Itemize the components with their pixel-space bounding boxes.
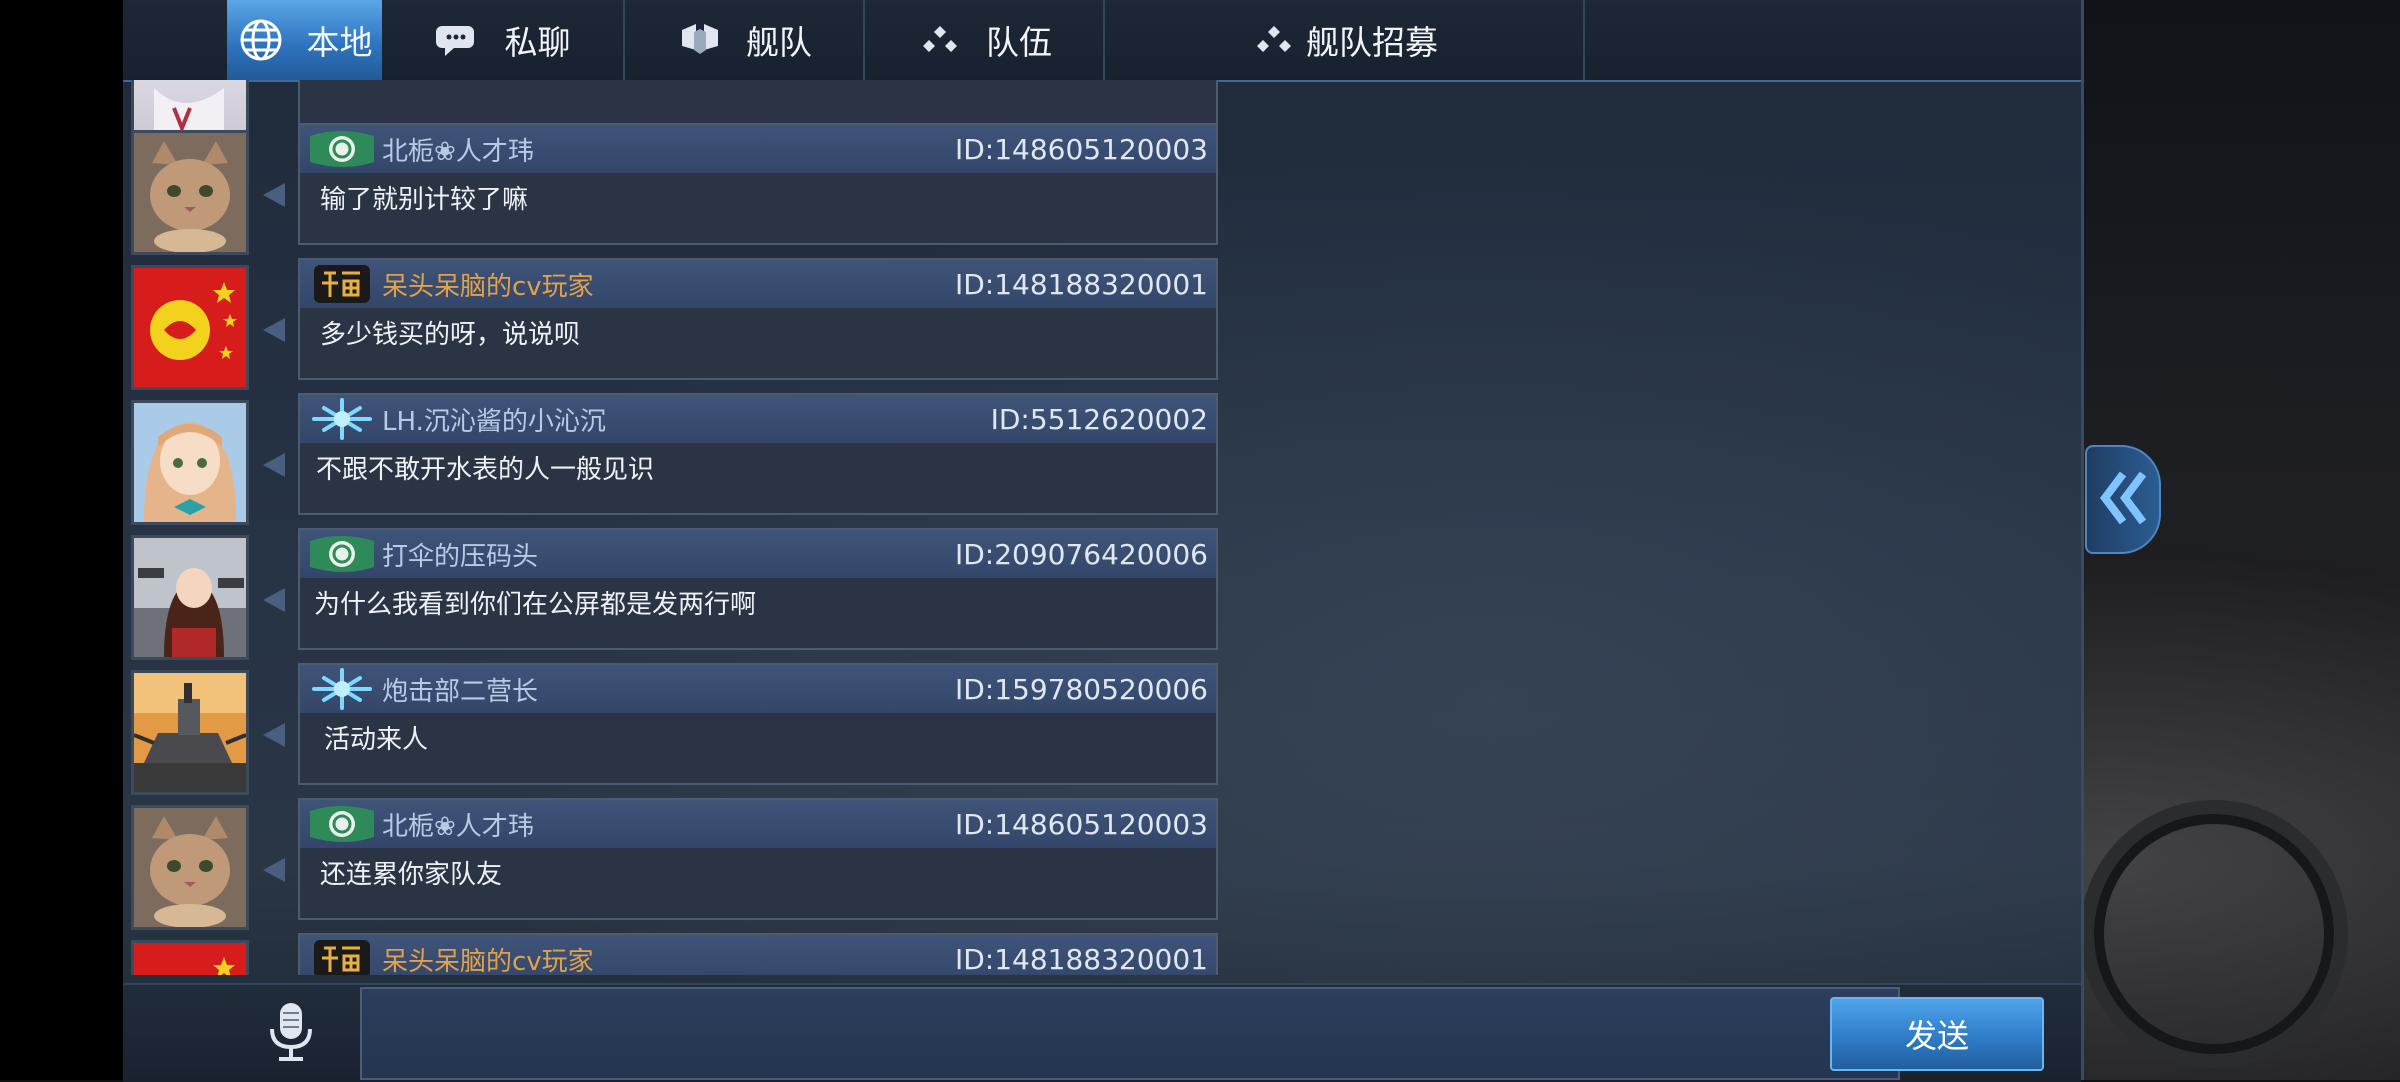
chat-message-input[interactable]	[360, 987, 1900, 1080]
sender-name[interactable]: LH.沉沁酱的小沁沉	[382, 401, 606, 438]
chat-message: 北栀❀人才玮 ID:148605120003 输了就别计较了嘛	[123, 123, 1223, 255]
tab-fleet-recruit[interactable]: 舰队招募	[1105, 0, 1585, 80]
message-text: 输了就别计较了嘛	[320, 185, 529, 215]
green-emblem-badge-icon	[308, 128, 376, 170]
message-header: LH.沉沁酱的小沁沉 ID:5512620002	[300, 395, 1216, 443]
message-header: 呆头呆脑的cv玩家 ID:148188320001	[300, 935, 1216, 975]
sender-id: ID:148605120003	[954, 133, 1208, 166]
avatar[interactable]	[131, 670, 249, 795]
message-bubble: 呆头呆脑的cv玩家 ID:148188320001 多少钱买的呀，说说呗	[298, 258, 1218, 380]
message-bubble: 北栀❀人才玮 ID:148605120003 输了就别计较了嘛	[298, 123, 1218, 245]
double-chevron-left-icon	[2097, 468, 2149, 532]
message-bubble: 北栀❀人才玮 ID:148605120003 还连累你家队友	[298, 798, 1218, 920]
bubble-pointer	[263, 318, 285, 342]
sender-name[interactable]: 打伞的压码头	[382, 536, 538, 573]
message-text: 还连累你家队友	[320, 860, 503, 890]
green-emblem-badge-icon	[308, 803, 376, 845]
tab-label: 舰队招募	[1306, 23, 1438, 62]
fleet-shield-icon	[676, 16, 724, 64]
avatar[interactable]	[131, 535, 249, 660]
chat-message: LH.沉沁酱的小沁沉 ID:5512620002 不跟不敢开水表的人一般见识	[123, 393, 1223, 525]
message-bubble: 呆头呆脑的cv玩家 ID:148188320001	[298, 933, 1218, 975]
speech-bubble-icon	[435, 16, 483, 64]
sender-id: ID:209076420006	[954, 538, 1208, 571]
tab-label: 队伍	[986, 23, 1052, 62]
sender-id: ID:159780520006	[954, 673, 1208, 706]
microphone-icon[interactable]	[261, 999, 321, 1065]
fu-badge-icon	[308, 938, 376, 975]
message-header: 炮击部二营长 ID:159780520006	[300, 665, 1216, 713]
sender-name[interactable]: 呆头呆脑的cv玩家	[382, 941, 594, 975]
message-text: 为什么我看到你们在公屏都是发两行啊	[314, 590, 757, 620]
sender-name[interactable]: 北栀❀人才玮	[382, 806, 534, 843]
sender-id: ID:148605120003	[954, 808, 1208, 841]
chat-tab-bar: 本地 私聊 舰队 队伍 舰队招募	[123, 0, 2081, 82]
message-bubble: 炮击部二营长 ID:159780520006 活动来人	[298, 663, 1218, 785]
tab-label: 私聊	[504, 23, 571, 62]
bubble-pointer	[263, 183, 285, 207]
message-text: 活动来人	[324, 725, 429, 755]
tab-private-chat[interactable]: 私聊	[382, 0, 625, 80]
chat-message: 呆头呆脑的cv玩家 ID:148188320001 多少钱买的呀，说说呗	[123, 258, 1223, 390]
message-header: 呆头呆脑的cv玩家 ID:148188320001	[300, 260, 1216, 308]
tab-local[interactable]: 本地	[227, 0, 382, 80]
snowflake-badge-icon	[308, 398, 376, 440]
team-dots-icon	[1250, 16, 1298, 64]
message-list[interactable]: 北栀❀人才玮 ID:148605120003 输了就别计较了嘛 呆头呆脑的cv玩…	[123, 80, 1223, 975]
sender-id: ID:5512620002	[990, 403, 1208, 436]
message-header: 北栀❀人才玮 ID:148605120003	[300, 800, 1216, 848]
sender-name[interactable]: 炮击部二营长	[382, 671, 538, 708]
chat-message: 呆头呆脑的cv玩家 ID:148188320001	[123, 933, 1223, 975]
tab-fleet[interactable]: 舰队	[625, 0, 865, 80]
message-text: 多少钱买的呀，说说呗	[320, 320, 581, 350]
screen-edge	[0, 0, 123, 1080]
chat-input-bar: 发送	[123, 983, 2081, 1082]
team-dots-icon	[916, 16, 964, 64]
avatar[interactable]	[131, 805, 249, 930]
bubble-pointer	[263, 588, 285, 612]
message-text: 不跟不敢开水表的人一般见识	[316, 455, 655, 485]
tab-label: 舰队	[746, 23, 812, 62]
bubble-pointer	[263, 453, 285, 477]
fu-badge-icon	[308, 263, 376, 305]
chat-panel: 本地 私聊 舰队 队伍 舰队招募 北栀❀人才玮 ID:148605120003 …	[123, 0, 2084, 1082]
chat-message: 炮击部二营长 ID:159780520006 活动来人	[123, 663, 1223, 795]
bubble-pointer	[263, 723, 285, 747]
message-header: 北栀❀人才玮 ID:148605120003	[300, 125, 1216, 173]
sender-id: ID:148188320001	[954, 268, 1208, 301]
send-button[interactable]: 发送	[1830, 997, 2044, 1071]
avatar[interactable]	[131, 265, 249, 390]
chat-message: 北栀❀人才玮 ID:148605120003 还连累你家队友	[123, 798, 1223, 930]
sender-name[interactable]: 呆头呆脑的cv玩家	[382, 266, 594, 303]
snowflake-badge-icon	[308, 668, 376, 710]
globe-icon	[237, 16, 285, 64]
avatar[interactable]	[131, 400, 249, 525]
sender-id: ID:148188320001	[954, 943, 1208, 975]
message-header: 打伞的压码头 ID:209076420006	[300, 530, 1216, 578]
scope-background-art	[2080, 800, 2348, 1068]
sender-name[interactable]: 北栀❀人才玮	[382, 131, 534, 168]
avatar[interactable]	[131, 130, 249, 255]
tab-label: 本地	[306, 23, 373, 62]
bubble-pointer	[263, 858, 285, 882]
green-emblem-badge-icon	[308, 533, 376, 575]
avatar[interactable]	[131, 940, 249, 975]
tab-team[interactable]: 队伍	[865, 0, 1105, 80]
chat-message: 打伞的压码头 ID:209076420006 为什么我看到你们在公屏都是发两行啊	[123, 528, 1223, 660]
collapse-panel-button[interactable]	[2085, 445, 2161, 554]
message-bubble: LH.沉沁酱的小沁沉 ID:5512620002 不跟不敢开水表的人一般见识	[298, 393, 1218, 515]
message-bubble: 打伞的压码头 ID:209076420006 为什么我看到你们在公屏都是发两行啊	[298, 528, 1218, 650]
